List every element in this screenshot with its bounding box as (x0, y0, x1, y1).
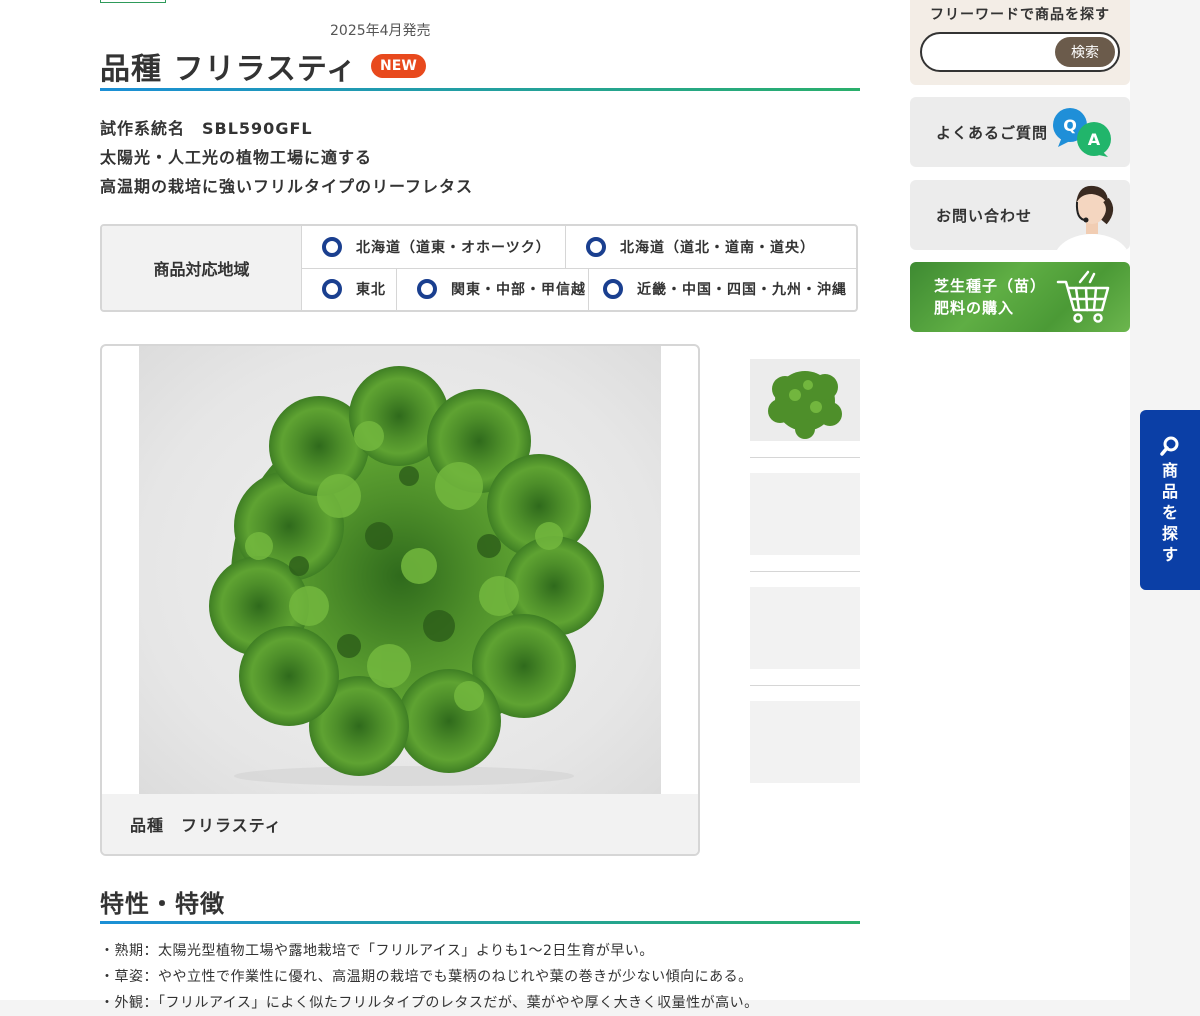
region-kanto: 関東・中部・甲信越 (397, 268, 589, 310)
lettuce-thumbnail (768, 371, 842, 439)
faq-label: よくあるご質問 (936, 123, 1049, 142)
top-tag (100, 0, 166, 3)
region-name: 関東・中部・甲信越 (451, 282, 586, 298)
region-name: 東北 (356, 282, 386, 298)
thumbnail-slot (750, 458, 860, 572)
buy-label-line1: 芝生種子（苗） (934, 277, 1047, 295)
sidebar-search: フリーワードで商品を探す 検索 (910, 0, 1130, 85)
lettuce-image (209, 366, 604, 786)
thumbnail-slot (750, 572, 860, 686)
page-title: 品種 フリラスティ (100, 52, 358, 87)
radio-checked-icon (322, 279, 342, 299)
thumbnail-list (750, 344, 860, 799)
title-divider (100, 88, 860, 91)
feature-item: ・草姿：やや立性で作業性に優れ、高温期の栽培でも葉柄のねじれや葉の巻きが少ない傾… (100, 969, 753, 985)
region-hokkaido-central: 北海道（道北・道南・道央） (566, 226, 856, 268)
feature-item: ・熟期：太陽光型植物工場や露地栽培で「フリルアイス」よりも1～2日生育が早い。 (100, 943, 654, 959)
region-row: 北海道（道東・オホーツク） 北海道（道北・道南・道央） (302, 226, 856, 269)
main-photo-frame: 品種 フリラスティ (100, 344, 700, 856)
features-list: ・熟期：太陽光型植物工場や露地栽培で「フリルアイス」よりも1～2日生育が早い。 … (100, 938, 759, 1016)
region-name: 北海道（道北・道南・道央） (620, 240, 815, 256)
region-table: 商品対応地域 北海道（道東・オホーツク） 北海道（道北・道南・道央） 東北 関東… (100, 224, 858, 312)
svg-text:A: A (1088, 130, 1101, 149)
region-tohoku: 東北 (302, 268, 397, 310)
faq-button[interactable]: よくあるご質問 Q A (910, 97, 1130, 167)
radio-checked-icon (586, 237, 606, 257)
desc-line-3: 高温期の栽培に強いフリルタイプのリーフレタス (100, 177, 474, 196)
thumbnail-image[interactable] (750, 701, 860, 783)
buy-label-line2: 肥料の購入 (934, 299, 1015, 317)
region-row: 東北 関東・中部・甲信越 近畿・中国・四国・九州・沖縄 (302, 268, 856, 310)
search-title: フリーワードで商品を探す (930, 7, 1110, 23)
buy-label: 芝生種子（苗） 肥料の購入 (934, 262, 1046, 332)
radio-checked-icon (322, 237, 342, 257)
feature-item: ・外観：「フリルアイス」によく似たフリルタイプのレタスだが、葉がやや厚く大きく収… (100, 995, 759, 1011)
new-badge: NEW (371, 54, 426, 78)
trial-line-name: 試作系統名 SBL590GFL (100, 119, 313, 138)
region-name: 北海道（道東・オホーツク） (356, 240, 551, 256)
thumbnail-image[interactable] (750, 473, 860, 555)
region-hokkaido-east: 北海道（道東・オホーツク） (302, 226, 566, 268)
thumbnail-slot (750, 344, 860, 458)
features-divider (100, 921, 860, 924)
thumbnail-image[interactable] (750, 587, 860, 669)
operator-icon (1056, 185, 1128, 250)
release-date: 2025年4月発売 (330, 23, 431, 39)
floating-product-search-tab[interactable]: 商品を探す (1140, 410, 1200, 590)
qa-icon: Q A (1053, 108, 1111, 157)
photo-caption: 品種 フリラスティ (102, 794, 698, 854)
region-name: 近畿・中国・四国・九州・沖縄 (637, 282, 847, 298)
cart-icon (1056, 270, 1110, 323)
search-input[interactable]: 検索 (920, 32, 1120, 72)
search-button[interactable]: 検索 (1055, 37, 1115, 67)
desc-line-2: 太陽光・人工光の植物工場に適する (100, 148, 373, 167)
contact-button[interactable]: お問い合わせ (910, 180, 1130, 250)
contact-label: お問い合わせ (936, 206, 1033, 225)
main-product-photo[interactable] (139, 346, 661, 794)
title-row: 品種 フリラスティ NEW (100, 44, 426, 88)
features-heading: 特性・特徴 (100, 890, 225, 918)
floating-search-label: 商品を探す (1140, 460, 1200, 565)
buy-seeds-button[interactable]: 芝生種子（苗） 肥料の購入 (910, 262, 1130, 332)
radio-checked-icon (603, 279, 623, 299)
region-kinki: 近畿・中国・四国・九州・沖縄 (589, 268, 856, 310)
floating-search-text: 商品を探す (1161, 461, 1178, 564)
thumbnail-image[interactable] (750, 359, 860, 441)
thumbnail-slot (750, 686, 860, 799)
svg-text:Q: Q (1063, 116, 1077, 135)
product-description: 試作系統名 SBL590GFL 太陽光・人工光の植物工場に適する 高温期の栽培に… (100, 114, 473, 201)
radio-checked-icon (417, 279, 437, 299)
region-label: 商品対応地域 (102, 226, 302, 310)
search-icon (1160, 436, 1179, 456)
